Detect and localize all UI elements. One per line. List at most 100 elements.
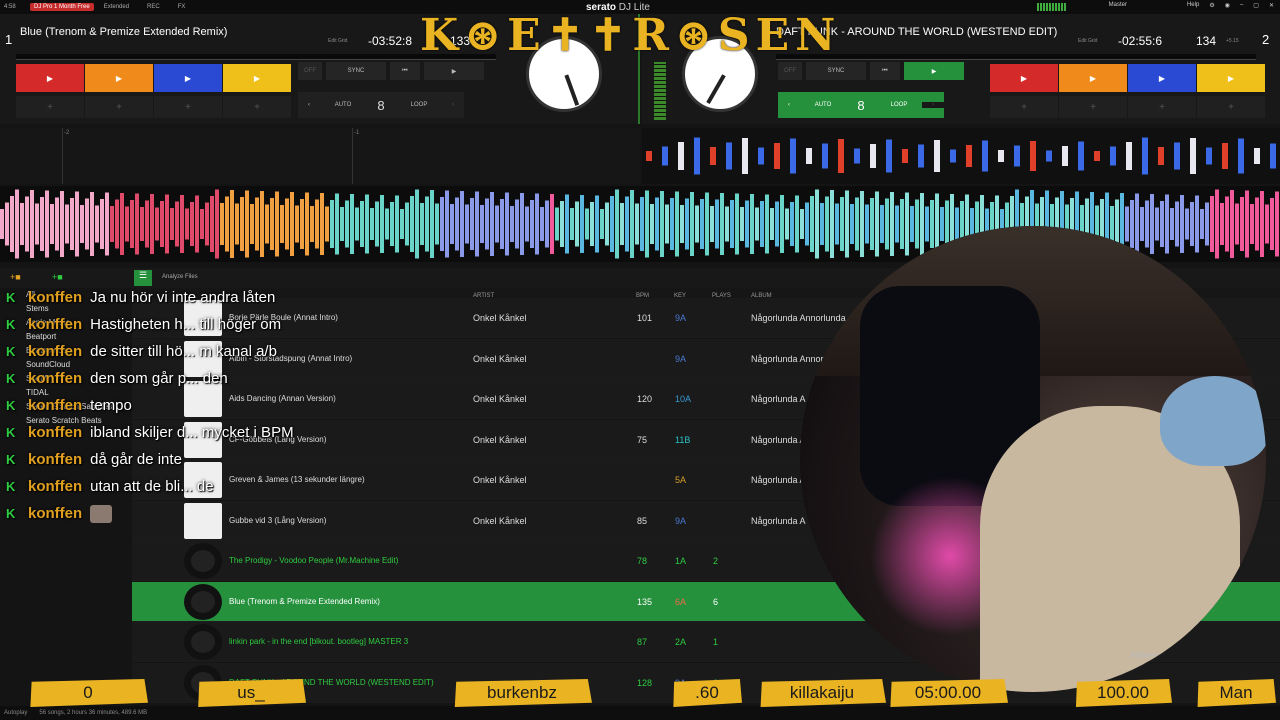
loop-button[interactable]: LOOP: [876, 102, 922, 108]
auto-loop-button[interactable]: AUTO: [320, 102, 366, 108]
cue-button[interactable]: ⏮: [870, 62, 900, 80]
hotcue-4[interactable]: ▶: [1197, 64, 1265, 92]
overview-bar: [655, 197, 659, 251]
hotcue-empty[interactable]: +: [154, 96, 222, 118]
overview-bar: [785, 208, 789, 240]
overview-bar: [1270, 198, 1274, 250]
hotcue-3[interactable]: ▶: [1128, 64, 1196, 92]
overview-bar: [635, 203, 639, 245]
play-button[interactable]: ▶: [424, 62, 484, 80]
mode-dropdown[interactable]: Extended: [104, 4, 129, 10]
overview-bar: [325, 206, 329, 242]
hotcue-1[interactable]: ▶: [990, 64, 1058, 92]
overview-bar: [720, 193, 724, 255]
help-menu[interactable]: Help: [1187, 2, 1199, 9]
loop-prev-icon[interactable]: ‹: [298, 102, 320, 108]
overview-bar: [445, 190, 449, 258]
sync-button[interactable]: SYNC: [806, 62, 866, 80]
gear-icon[interactable]: ⚙: [1209, 2, 1214, 9]
ticker-item: burkenbz: [454, 679, 592, 707]
autoplay-toggle[interactable]: Autoplay: [4, 710, 27, 716]
windows-activation-watermark: Aktivera Windows: [1130, 650, 1202, 660]
overview-bar: [670, 198, 674, 250]
track-title: Blue (Trenom & Premize Extended Remix): [20, 26, 228, 38]
add-crate-icon[interactable]: +■: [10, 272, 21, 282]
hotcue-3[interactable]: ▶: [154, 64, 222, 92]
auto-loop-button[interactable]: AUTO: [800, 102, 846, 108]
overview-bar: [5, 202, 9, 246]
overview-bar: [135, 193, 139, 255]
off-button[interactable]: OFF: [778, 62, 802, 80]
overview-bar: [595, 195, 599, 253]
loop-prev-icon[interactable]: ‹: [778, 102, 800, 108]
track-progress[interactable]: [776, 54, 1256, 60]
chat-message: Kkonffen den som går p... den: [6, 365, 228, 392]
waveform-peak: [854, 148, 860, 164]
off-button[interactable]: OFF: [298, 62, 322, 80]
waveform-peak: [1110, 146, 1116, 166]
overview-bar: [510, 206, 514, 242]
album-cell: Någorlunda A: [751, 434, 806, 445]
maximize-icon[interactable]: ▢: [1253, 2, 1259, 9]
overview-bar: [180, 195, 184, 253]
analyze-files-button[interactable]: Analyze Files: [162, 274, 198, 280]
user-icon[interactable]: ◉: [1225, 2, 1230, 9]
loop-button[interactable]: LOOP: [396, 102, 442, 108]
promo-button[interactable]: DJ Pro 1 Month Free: [30, 3, 94, 11]
hotcue-empty[interactable]: +: [16, 96, 84, 118]
kick-badge-icon: K: [6, 344, 16, 359]
edit-grid-button[interactable]: Edit Grid: [328, 38, 347, 44]
hotcue-1[interactable]: ▶: [16, 64, 84, 92]
hotcue-empty[interactable]: +: [1197, 96, 1265, 118]
waveform-peak: [1062, 146, 1068, 166]
close-icon[interactable]: ✕: [1269, 2, 1274, 9]
ticker-item: .60: [673, 679, 742, 707]
overview-bar: [225, 196, 229, 252]
library-summary: 56 songs, 2 hours 36 minutes, 489.6 MB: [39, 710, 148, 716]
chat-username: konffen: [28, 478, 83, 495]
time-remaining: -03:52:8: [368, 34, 413, 48]
hotcue-empty[interactable]: +: [990, 96, 1058, 118]
hotcue-2[interactable]: ▶: [1059, 64, 1127, 92]
overview-bar: [40, 197, 44, 251]
overview-bar: [140, 207, 144, 241]
hotcue-empty[interactable]: +: [1128, 96, 1196, 118]
waveform-left[interactable]: -2 -1: [0, 128, 640, 184]
overview-bar: [290, 192, 294, 256]
overview-bar: [30, 190, 34, 258]
key-cell: 5A: [675, 475, 687, 485]
play-button[interactable]: ▶: [904, 62, 964, 80]
overview-bar: [435, 203, 439, 245]
hotcue-2[interactable]: ▶: [85, 64, 153, 92]
minimize-icon[interactable]: –: [1240, 2, 1243, 9]
chat-username: konffen: [28, 451, 83, 468]
hotcue-empty[interactable]: +: [223, 96, 291, 118]
overview-bar: [70, 198, 74, 250]
overview-bar: [370, 208, 374, 240]
add-smart-crate-icon[interactable]: +■: [52, 272, 63, 282]
sync-button[interactable]: SYNC: [326, 62, 386, 80]
hotcue-empty[interactable]: +: [1059, 96, 1127, 118]
overview-bar: [330, 200, 334, 248]
master-label: Master: [1108, 2, 1127, 8]
chat-text: tempo: [90, 397, 132, 414]
overview-bar: [295, 205, 299, 243]
fx-button[interactable]: FX: [178, 4, 186, 10]
loop-next-icon[interactable]: ›: [442, 102, 464, 108]
overview-bar: [485, 198, 489, 250]
key-cell: 2A: [675, 637, 687, 647]
ticker-item: 100.00: [1075, 679, 1172, 707]
edit-grid-button[interactable]: Edit Grid: [1078, 38, 1097, 44]
track-title-cell: Gubbe vid 3 (Lång Version): [229, 515, 327, 525]
chat-message: Kkonffen: [6, 500, 113, 527]
hotcue-4[interactable]: ▶: [223, 64, 291, 92]
loop-next-icon[interactable]: ›: [922, 102, 944, 108]
cue-button[interactable]: ⏮: [390, 62, 420, 80]
overview-bar: [710, 206, 714, 242]
overview-bar: [440, 197, 444, 251]
rec-button[interactable]: REC: [147, 4, 160, 10]
hotcue-empty[interactable]: +: [85, 96, 153, 118]
waveform-right[interactable]: [642, 128, 1280, 184]
overview-bar: [390, 202, 394, 246]
overview-bar: [170, 208, 174, 240]
